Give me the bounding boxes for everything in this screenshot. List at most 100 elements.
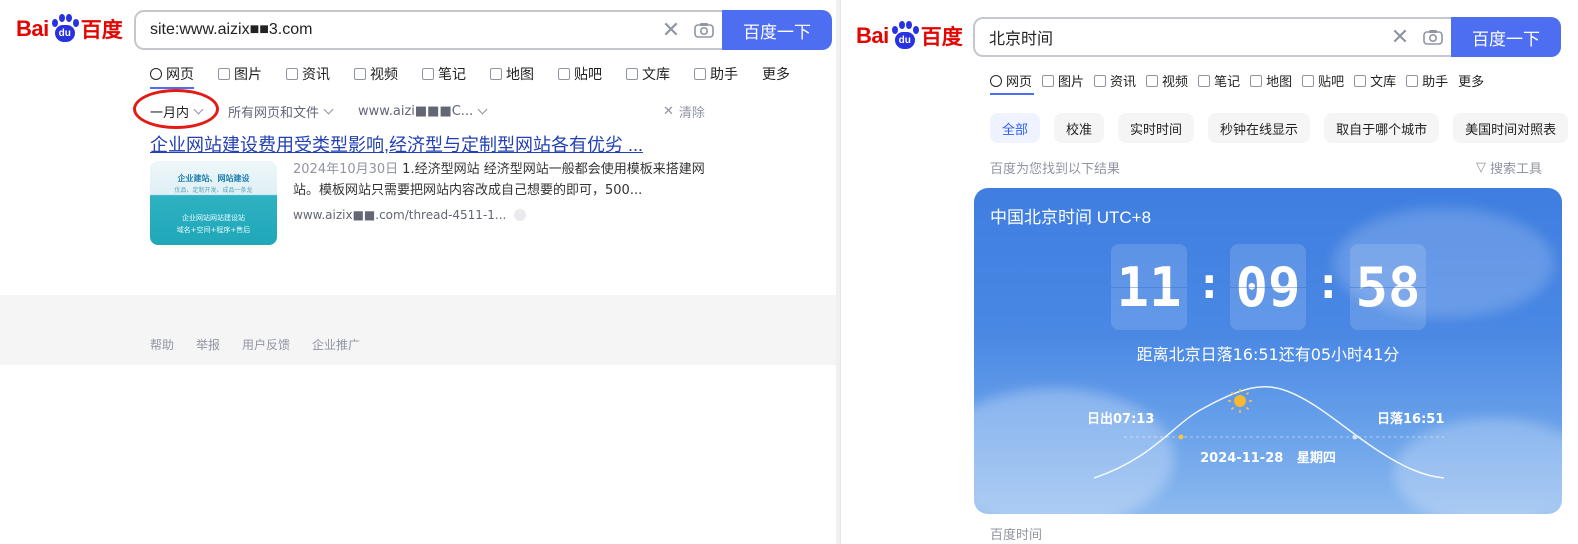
- search-button[interactable]: 百度一下: [722, 10, 832, 50]
- map-icon: [490, 68, 502, 80]
- news-icon: [1094, 74, 1107, 87]
- chip-us-time[interactable]: 美国时间对照表: [1453, 113, 1569, 143]
- result-url[interactable]: www.aizix■■.com/thread-4511-1...: [293, 208, 527, 222]
- beijing-time-card: 中国北京时间 UTC+8 11 : 09 : 58 距离北京日落16:51还有0…: [974, 188, 1562, 514]
- footer-help-link[interactable]: 帮助: [150, 336, 174, 353]
- tab-images[interactable]: 图片: [1042, 71, 1084, 90]
- logo-text-bai: Bai: [16, 16, 49, 41]
- clock-colon: :: [1315, 258, 1342, 309]
- tab-web[interactable]: 网页: [990, 71, 1032, 90]
- chevron-down-icon: [323, 104, 334, 115]
- tab-video[interactable]: 视频: [1146, 71, 1188, 90]
- paw-icon: du: [50, 14, 80, 44]
- ai-icon: [1406, 74, 1419, 87]
- tab-images[interactable]: 图片: [218, 64, 262, 84]
- clock-hours: 11: [1111, 244, 1187, 330]
- news-icon: [286, 68, 298, 80]
- search-tabs: 网页 图片 资讯 视频 笔记 地图 贴吧 文库 助手 更多: [150, 64, 814, 84]
- note-icon: [422, 68, 434, 80]
- tab-tieba[interactable]: 贴吧: [558, 64, 602, 84]
- related-chips: 全部 校准 实时时间 秒钟在线显示 取自于哪个城市 美国时间对照表: [990, 113, 1569, 143]
- search-input-right[interactable]: 北京时间 ✕: [973, 17, 1451, 57]
- tab-news[interactable]: 资讯: [286, 64, 330, 84]
- card-source-label[interactable]: 百度时间: [990, 524, 1042, 543]
- sunrise-label: 日出07:13: [1087, 412, 1155, 427]
- chip-city[interactable]: 取自于哪个城市: [1324, 113, 1440, 143]
- search-input[interactable]: site:www.aizix■■3.com ✕: [134, 10, 722, 50]
- tab-web[interactable]: 网页: [150, 64, 194, 84]
- clear-filter-button[interactable]: ✕ 清除: [663, 102, 705, 121]
- result-snippet: 2024年10月30日 1.经济型网站 经济型网站一般都会使用模板来搭建网 站。模…: [293, 162, 705, 198]
- tab-wenku[interactable]: 文库: [1354, 71, 1396, 90]
- sunset-label: 日落16:51: [1377, 412, 1445, 427]
- footer-report-link[interactable]: 举报: [196, 336, 220, 353]
- sunset-countdown: 距离北京日落16:51还有05小时41分: [1136, 345, 1400, 364]
- type-filter-dropdown[interactable]: 所有网页和文件: [228, 102, 334, 121]
- clear-icon[interactable]: ✕: [656, 18, 686, 43]
- chip-seconds[interactable]: 秒钟在线显示: [1208, 113, 1311, 143]
- chip-all[interactable]: 全部: [990, 113, 1041, 143]
- logo-text-cn: 百度: [80, 19, 123, 42]
- site-filter-dropdown[interactable]: www.aizi■■■C...: [358, 102, 488, 121]
- video-icon: [1146, 74, 1159, 87]
- result-title-link[interactable]: 企业网站建设费用受类型影响,经济型与定制型网站各有优劣 ...: [150, 131, 643, 157]
- baidu-logo[interactable]: Bai du 百度: [16, 14, 123, 44]
- doc-icon: [1354, 74, 1367, 87]
- video-icon: [354, 68, 366, 80]
- search-tabs-right: 网页 图片 资讯 视频 笔记 地图 贴吧 文库 助手 更多: [990, 71, 1484, 90]
- close-icon: ✕: [663, 104, 674, 119]
- search-icon: [150, 68, 162, 80]
- tab-video[interactable]: 视频: [354, 64, 398, 84]
- footer-promo-link[interactable]: 企业推广: [312, 336, 360, 353]
- result-thumbnail[interactable]: 企业建站、网站建设 优品、定制开发、成品一条龙 企业网站网站建设站 域名+空间+…: [150, 161, 277, 245]
- search-query-right[interactable]: 北京时间: [975, 25, 1385, 49]
- image-icon: [218, 68, 230, 80]
- note-icon: [1198, 74, 1211, 87]
- tab-more[interactable]: 更多: [1458, 71, 1484, 90]
- ai-icon: [694, 68, 706, 80]
- tab-more[interactable]: 更多: [762, 64, 790, 84]
- clock-seconds: 58: [1350, 244, 1426, 330]
- search-query[interactable]: site:www.aizix■■3.com: [136, 21, 656, 39]
- tieba-icon: [558, 68, 570, 80]
- chip-calibrate[interactable]: 校准: [1054, 113, 1105, 143]
- baidu-logo-right[interactable]: Bai du 百度: [856, 21, 963, 51]
- chevron-down-icon: [477, 104, 488, 115]
- clear-icon[interactable]: ✕: [1385, 25, 1415, 50]
- sun-path-curve: [1093, 385, 1445, 479]
- tab-active-indicator: [990, 93, 1034, 95]
- paw-icon: du: [890, 21, 920, 51]
- footer-feedback-link[interactable]: 用户反馈: [242, 336, 290, 353]
- clock-minutes: 09: [1230, 244, 1306, 330]
- search-icon: [990, 74, 1002, 87]
- card-title: 中国北京时间 UTC+8: [990, 208, 1152, 227]
- map-icon: [1250, 74, 1263, 87]
- camera-icon[interactable]: [686, 22, 722, 38]
- search-tools-button[interactable]: ▽ 搜索工具: [1476, 158, 1542, 177]
- chevron-down-icon[interactable]: [514, 209, 527, 221]
- search-button-right[interactable]: 百度一下: [1451, 17, 1561, 57]
- filter-icon: ▽: [1476, 160, 1486, 175]
- tieba-icon: [1302, 74, 1315, 87]
- footer-links: 帮助 举报 用户反馈 企业推广: [150, 336, 382, 353]
- left-browser-pane: Bai du 百度 site:www.aizix■■3.com ✕ 百度一下 网…: [0, 0, 836, 544]
- tab-wenku[interactable]: 文库: [626, 64, 670, 84]
- tab-tieba[interactable]: 贴吧: [1302, 71, 1344, 90]
- tab-assistant[interactable]: 助手: [1406, 71, 1448, 90]
- tab-assistant[interactable]: 助手: [694, 64, 738, 84]
- clock-colon: :: [1196, 258, 1223, 309]
- tab-notes[interactable]: 笔记: [1198, 71, 1240, 90]
- results-found-text: 百度为您找到以下结果: [990, 162, 1121, 177]
- image-icon: [1042, 74, 1055, 87]
- tab-notes[interactable]: 笔记: [422, 64, 466, 84]
- camera-icon[interactable]: [1415, 29, 1451, 45]
- tab-news[interactable]: 资讯: [1094, 71, 1136, 90]
- red-highlight-circle: [133, 89, 219, 129]
- footer: [0, 295, 836, 365]
- tab-map[interactable]: 地图: [1250, 71, 1292, 90]
- tab-map[interactable]: 地图: [490, 64, 534, 84]
- sun-icon: [1228, 389, 1252, 413]
- card-date: 2024-11-28 星期四: [1200, 451, 1336, 466]
- result-date: 2024年10月30日: [293, 162, 399, 177]
- chip-realtime[interactable]: 实时时间: [1118, 113, 1195, 143]
